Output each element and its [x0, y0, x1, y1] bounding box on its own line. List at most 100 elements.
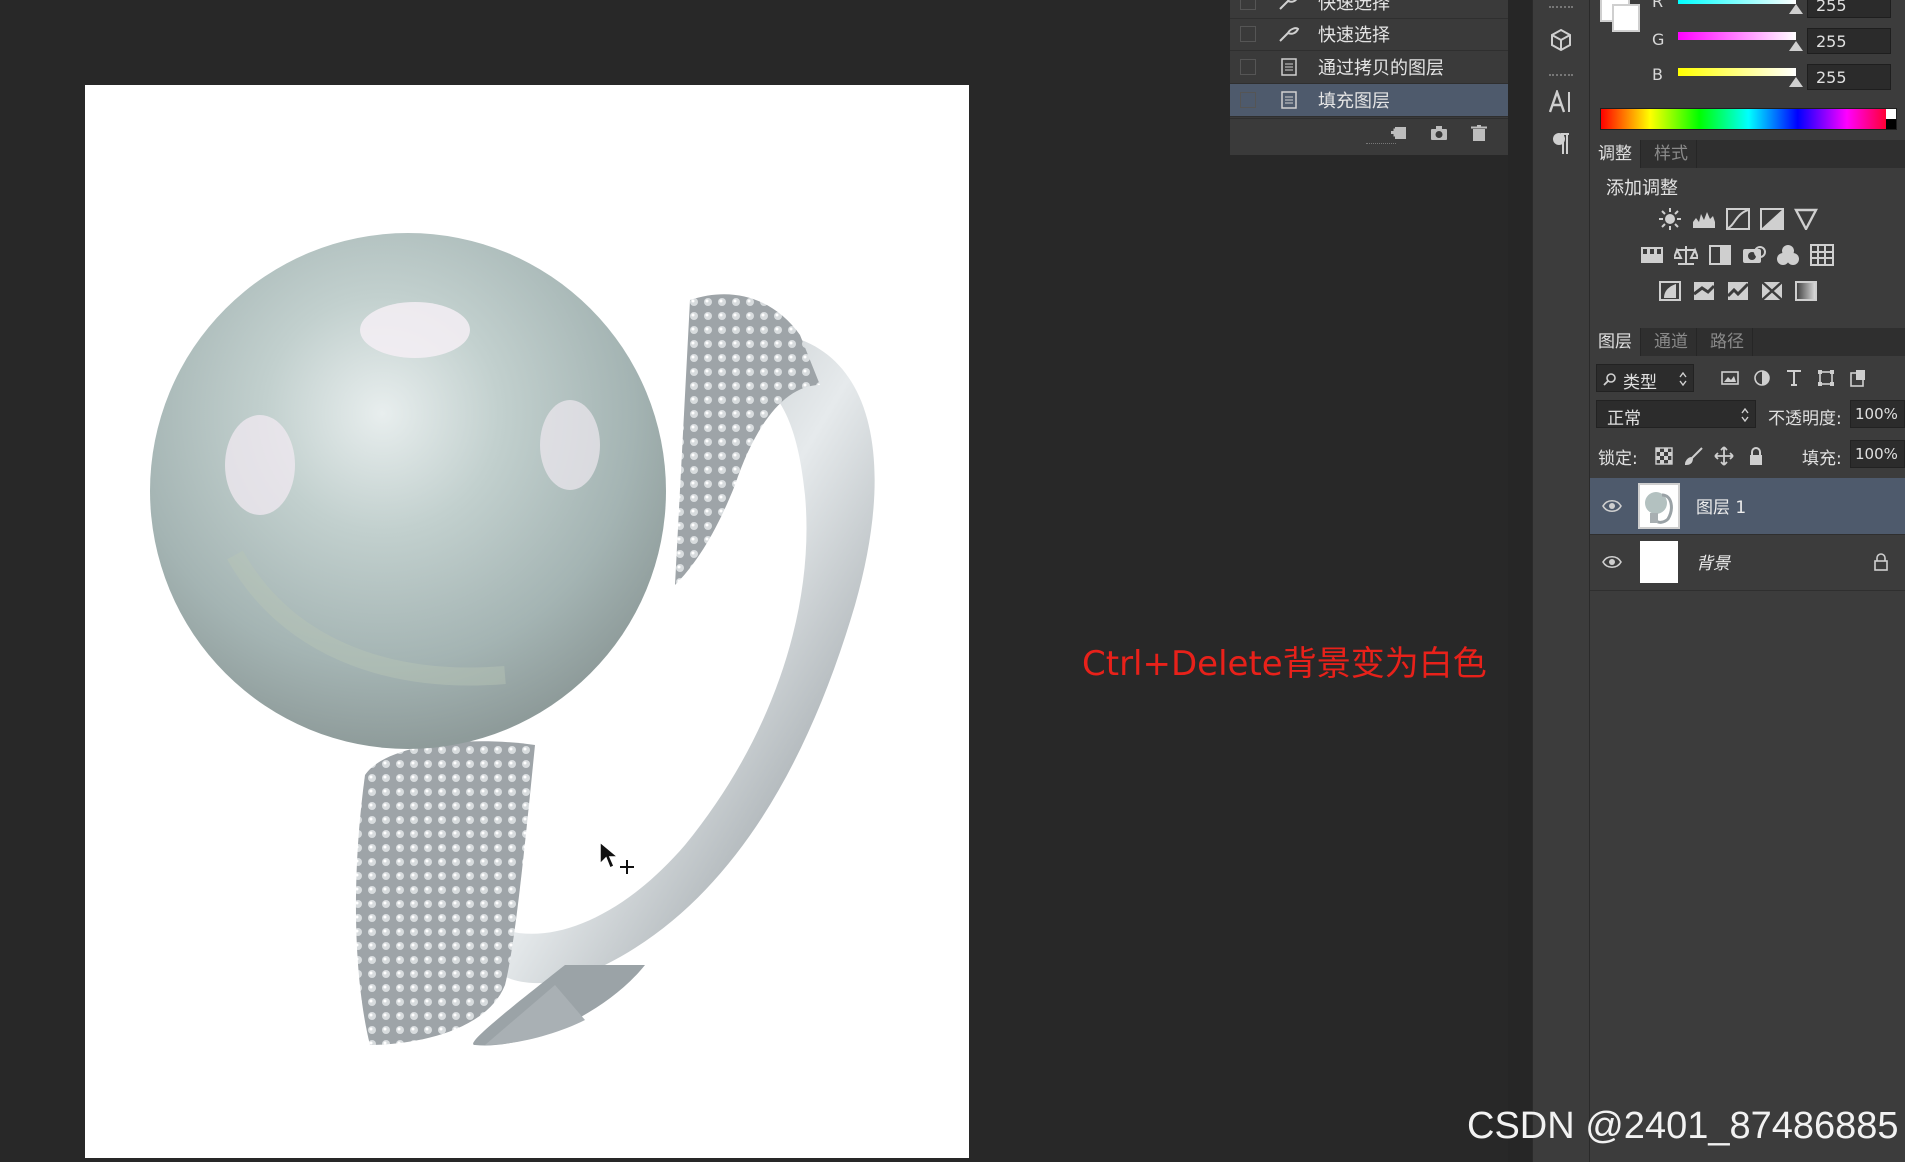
- history-footer: [1230, 118, 1532, 149]
- pearl-ring-image: [150, 233, 875, 1046]
- filter-shape-icon[interactable]: [1816, 368, 1836, 388]
- character-panel-icon[interactable]: [1545, 86, 1577, 118]
- history-checkbox[interactable]: [1240, 59, 1256, 75]
- layers-tabbar: 图层 通道 路径: [1590, 328, 1905, 356]
- history-item-label: 通过拷贝的图层: [1318, 58, 1444, 79]
- selective-color-icon[interactable]: [1760, 280, 1784, 302]
- levels-icon[interactable]: [1692, 208, 1716, 230]
- filter-smart-object-icon[interactable]: [1848, 368, 1868, 388]
- layer-thumbnail: [1638, 483, 1680, 529]
- tab-adjustments[interactable]: 调整: [1590, 140, 1641, 168]
- layer-row-background[interactable]: 背景: [1590, 534, 1905, 591]
- history-item[interactable]: 快速选择: [1230, 0, 1508, 19]
- visibility-eye-icon[interactable]: [1602, 496, 1622, 516]
- fill-field[interactable]: 100%: [1850, 440, 1905, 468]
- filter-pixel-icon[interactable]: [1720, 368, 1740, 388]
- blend-mode-value: 正常: [1607, 409, 1641, 429]
- visibility-eye-icon[interactable]: [1602, 552, 1622, 572]
- 3d-cube-icon[interactable]: [1545, 24, 1577, 56]
- color-balance-icon[interactable]: [1674, 244, 1698, 266]
- curves-icon[interactable]: [1726, 208, 1750, 230]
- posterize-icon[interactable]: [1692, 280, 1716, 302]
- background-swatch[interactable]: [1612, 4, 1640, 32]
- tab-layers[interactable]: 图层: [1590, 328, 1641, 356]
- channel-mixer-icon[interactable]: [1776, 244, 1800, 266]
- collapsed-panel-strip: [1532, 0, 1590, 1162]
- vibrance-icon[interactable]: [1794, 208, 1818, 230]
- filter-type-icon[interactable]: [1784, 368, 1804, 388]
- updown-chevron-icon: [1679, 372, 1687, 386]
- history-item[interactable]: 通过拷贝的图层: [1230, 51, 1508, 84]
- adjustments-tabbar: 调整 样式: [1590, 140, 1905, 168]
- b-slider-knob[interactable]: [1789, 77, 1803, 87]
- blend-mode-select[interactable]: 正常: [1596, 400, 1756, 429]
- r-value-field[interactable]: 255: [1807, 0, 1891, 18]
- black-white-icon[interactable]: [1708, 244, 1732, 266]
- document-canvas[interactable]: [85, 85, 969, 1158]
- b-value-field[interactable]: 255: [1807, 64, 1891, 90]
- fill-label: 填充:: [1802, 449, 1842, 469]
- history-checkbox[interactable]: [1240, 26, 1256, 42]
- history-item-active[interactable]: 填充图层: [1230, 84, 1508, 117]
- quick-select-brush-icon: [1278, 25, 1300, 43]
- invert-icon[interactable]: [1658, 280, 1682, 302]
- right-panel-dock: R 255 G 255 B 255 调整 样式 添加调整 图层 通道 路径 类型…: [1590, 0, 1905, 1162]
- history-checkbox[interactable]: [1240, 0, 1256, 10]
- filter-type-label: 类型: [1623, 373, 1657, 393]
- lock-image-pixels-icon[interactable]: [1684, 446, 1704, 466]
- history-panel: 快速选择 快速选择 通过拷贝的图层 填充图层: [1230, 0, 1532, 155]
- layer-name[interactable]: 图层 1: [1696, 493, 1746, 518]
- gradient-map-icon[interactable]: [1794, 280, 1818, 302]
- color-spectrum-ramp[interactable]: [1600, 108, 1897, 130]
- photo-filter-icon[interactable]: [1742, 244, 1766, 266]
- csdn-watermark: CSDN @2401_87486885: [1467, 1105, 1899, 1147]
- adjustments-panel: 调整 样式 添加调整: [1590, 140, 1905, 325]
- history-item-label: 快速选择: [1318, 0, 1390, 14]
- threshold-icon[interactable]: [1726, 280, 1750, 302]
- g-value-field[interactable]: 255: [1807, 28, 1891, 54]
- search-icon: [1603, 373, 1616, 386]
- color-lookup-icon[interactable]: [1810, 244, 1834, 266]
- move-cursor-icon: [599, 840, 634, 874]
- layer-filter-select[interactable]: 类型: [1596, 364, 1694, 393]
- tab-styles[interactable]: 样式: [1646, 140, 1697, 168]
- channel-g-label: G: [1652, 30, 1665, 49]
- snapshot-camera-icon[interactable]: [1430, 125, 1448, 141]
- black-white-swatches[interactable]: [1886, 109, 1896, 129]
- hue-saturation-icon[interactable]: [1640, 244, 1664, 266]
- r-slider[interactable]: [1678, 0, 1796, 4]
- brightness-contrast-icon[interactable]: [1658, 208, 1682, 230]
- document-icon: [1278, 58, 1300, 76]
- layer-row-active[interactable]: 图层 1: [1590, 478, 1905, 535]
- g-slider[interactable]: [1678, 32, 1796, 40]
- tab-paths[interactable]: 路径: [1702, 328, 1753, 356]
- history-item[interactable]: 快速选择: [1230, 18, 1508, 51]
- strip-grip[interactable]: [1549, 6, 1573, 8]
- new-document-from-state-icon[interactable]: [1390, 125, 1408, 141]
- history-item-label: 填充图层: [1318, 91, 1390, 112]
- lock-position-icon[interactable]: [1714, 446, 1734, 466]
- updown-chevron-icon: [1741, 408, 1749, 422]
- filter-adjustment-icon[interactable]: [1752, 368, 1772, 388]
- history-checkbox[interactable]: [1240, 92, 1256, 108]
- opacity-field[interactable]: 100%: [1850, 400, 1905, 428]
- layers-panel: 图层 通道 路径 类型 正常 不透明度: 100% 锁定: 填充: 100% 图…: [1590, 328, 1905, 1162]
- panel-gutter: [1508, 0, 1532, 1162]
- trash-icon[interactable]: [1470, 125, 1488, 141]
- r-slider-knob[interactable]: [1789, 4, 1803, 14]
- g-slider-knob[interactable]: [1789, 41, 1803, 51]
- channel-b-label: B: [1652, 65, 1663, 84]
- quick-select-brush-icon: [1278, 0, 1300, 11]
- exposure-icon[interactable]: [1760, 208, 1784, 230]
- layer-name[interactable]: 背景: [1696, 549, 1730, 574]
- color-panel: R 255 G 255 B 255: [1590, 0, 1905, 135]
- lock-all-icon[interactable]: [1746, 446, 1766, 466]
- tab-channels[interactable]: 通道: [1646, 328, 1697, 356]
- lock-transparent-pixels-icon[interactable]: [1654, 446, 1674, 466]
- history-item-label: 快速选择: [1318, 25, 1390, 46]
- panel-resize-grip[interactable]: [1366, 143, 1396, 147]
- paragraph-icon[interactable]: [1545, 128, 1577, 160]
- b-slider[interactable]: [1678, 68, 1796, 76]
- strip-grip[interactable]: [1549, 74, 1573, 76]
- layer-thumbnail: [1638, 539, 1680, 585]
